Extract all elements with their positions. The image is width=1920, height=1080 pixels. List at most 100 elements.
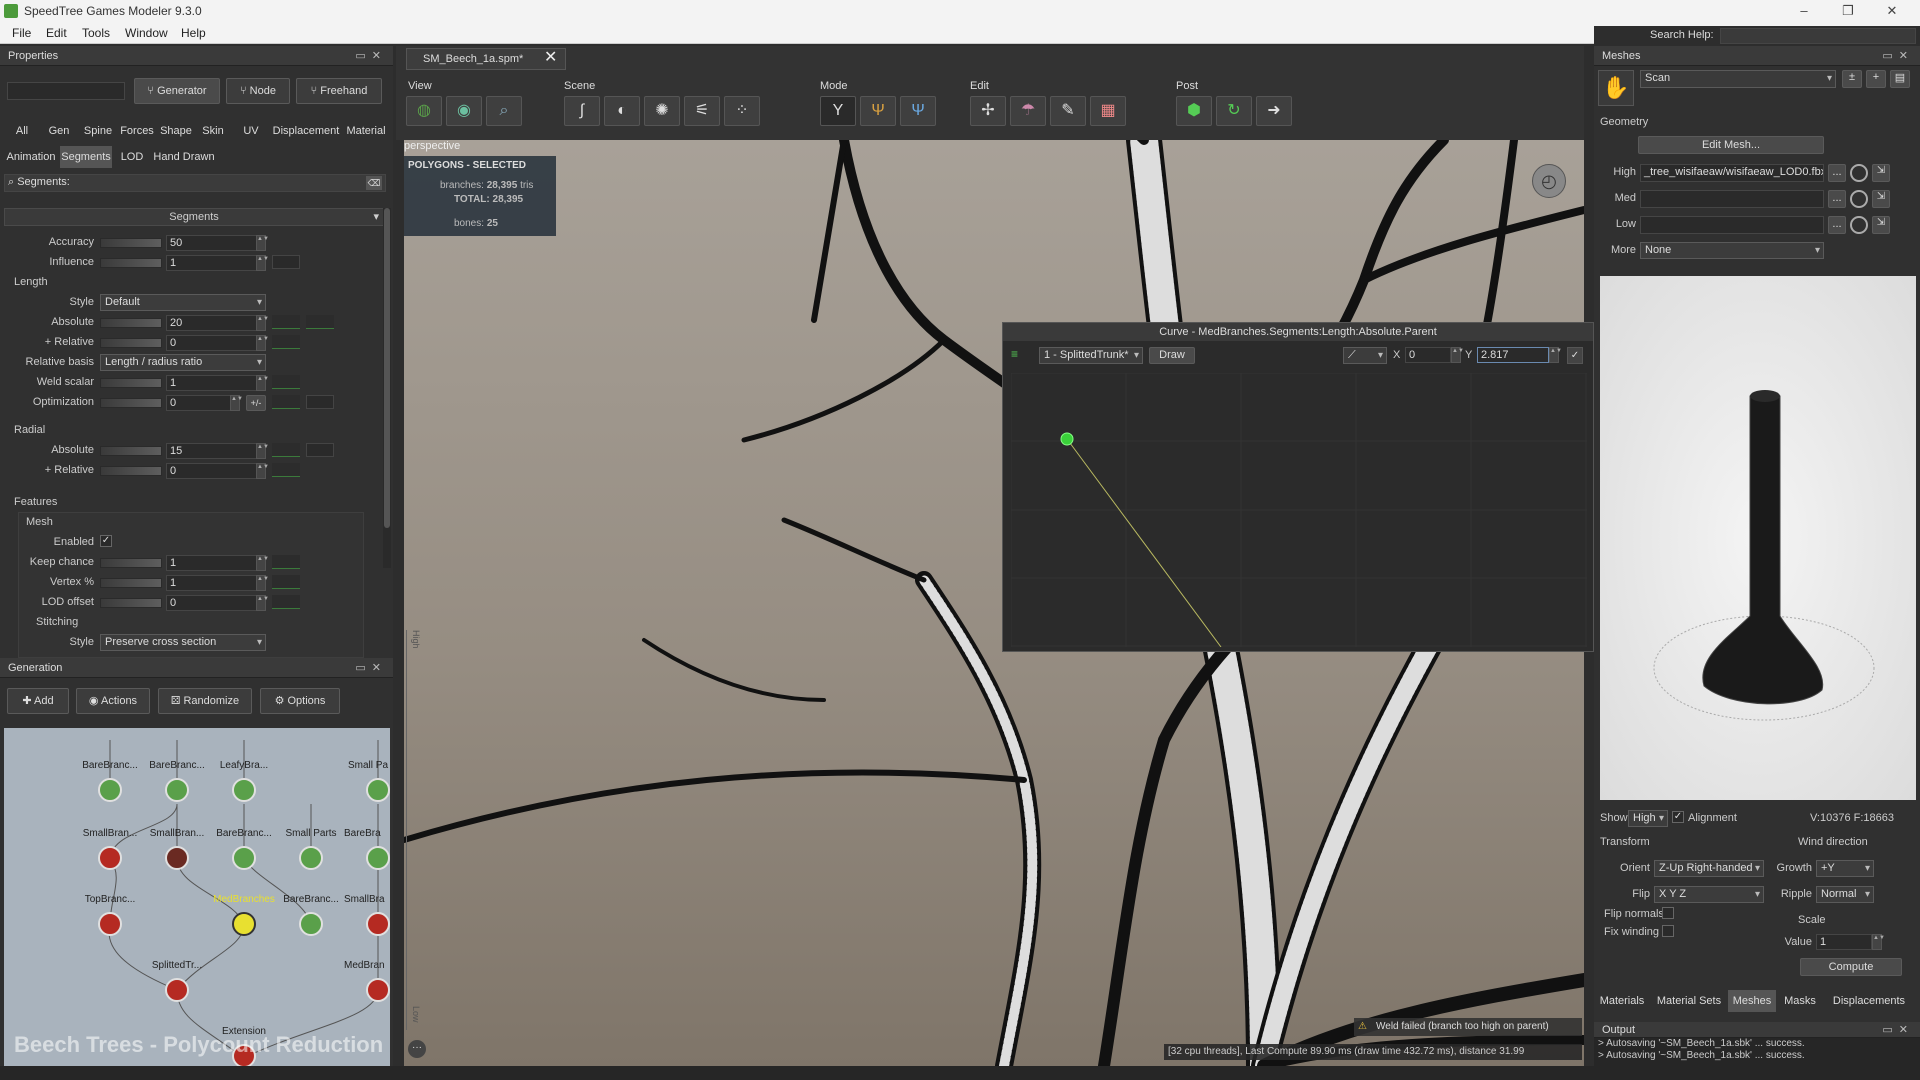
optimization-curve-button-2[interactable] xyxy=(306,395,334,409)
compute-button[interactable]: Compute xyxy=(1800,958,1902,976)
y-value-field[interactable]: 2.817 xyxy=(1477,347,1549,363)
plus-minus-icon[interactable]: ± xyxy=(1842,70,1862,88)
radial-relative-slider[interactable] xyxy=(100,466,162,476)
panel-controls-icon[interactable]: ▭✕ xyxy=(355,46,387,66)
high-browse-button[interactable]: ... xyxy=(1828,164,1846,182)
vertex-pct-field[interactable]: 1 xyxy=(166,575,260,591)
graph-node[interactable] xyxy=(299,912,323,936)
tab-forces[interactable]: Forces xyxy=(118,120,156,142)
low-export-icon[interactable]: ⇲ xyxy=(1872,216,1890,234)
curve-graph[interactable] xyxy=(1011,373,1587,647)
style-dropdown[interactable]: Default xyxy=(100,294,266,311)
graph-node[interactable] xyxy=(299,846,323,870)
add-button[interactable]: ✚ Add xyxy=(7,688,69,714)
menu-help[interactable]: Help xyxy=(181,26,206,40)
globe-icon[interactable]: ◍ xyxy=(406,96,442,126)
restore-button[interactable]: ❐ xyxy=(1828,2,1868,20)
high-mesh-field[interactable]: _tree_wisifaeaw/wisifaeaw_LOD0.fbx xyxy=(1640,164,1824,182)
low-mesh-field[interactable] xyxy=(1640,216,1824,234)
tab-materials[interactable]: Materials xyxy=(1598,990,1646,1012)
x-spinner[interactable]: ▲▼ xyxy=(1451,347,1464,363)
radial-absolute-curve-button[interactable] xyxy=(272,443,300,457)
radial-relative-spinner[interactable]: ▲▼ xyxy=(256,463,269,479)
clipboard-icon[interactable]: ▤ xyxy=(1890,70,1910,88)
absolute-slider[interactable] xyxy=(100,318,162,328)
actions-button[interactable]: ◉ Actions xyxy=(76,688,150,714)
med-preview-icon[interactable] xyxy=(1850,190,1868,208)
curve-tool-icon[interactable]: ∫ xyxy=(564,96,600,126)
radial-absolute-slider[interactable] xyxy=(100,446,162,456)
radial-absolute-curve-button-2[interactable] xyxy=(306,443,334,457)
radial-absolute-spinner[interactable]: ▲▼ xyxy=(256,443,269,459)
graph-node[interactable] xyxy=(366,778,390,802)
relative-slider[interactable] xyxy=(100,338,162,348)
generator-mode-button[interactable]: ⑂ Generator xyxy=(134,78,220,104)
vertex-pct-spinner[interactable]: ▲▼ xyxy=(256,575,269,591)
influence-field[interactable]: 1 xyxy=(166,255,260,271)
relative-basis-dropdown[interactable]: Length / radius ratio xyxy=(100,354,266,371)
influence-curve-button[interactable] xyxy=(272,255,300,269)
tab-uv[interactable]: UV xyxy=(238,120,264,142)
tab-all[interactable]: All xyxy=(8,120,36,142)
tab-lod[interactable]: LOD xyxy=(118,146,146,168)
weld-scalar-spinner[interactable]: ▲▼ xyxy=(256,375,269,391)
absolute-curve-button-2[interactable] xyxy=(306,315,334,329)
absolute-spinner[interactable]: ▲▼ xyxy=(256,315,269,331)
graph-node[interactable] xyxy=(98,778,122,802)
keep-chance-slider[interactable] xyxy=(100,558,162,568)
menu-edit[interactable]: Edit xyxy=(46,26,67,40)
med-mesh-field[interactable] xyxy=(1640,190,1824,208)
graph-node[interactable] xyxy=(232,778,256,802)
vertex-pct-curve-button[interactable] xyxy=(272,575,300,589)
close-document-icon[interactable]: ✕ xyxy=(544,48,562,68)
add-point-icon[interactable]: ✢ xyxy=(970,96,1006,126)
lod-offset-field[interactable]: 0 xyxy=(166,595,260,611)
segments-section-header[interactable]: Segments ▾ xyxy=(4,208,384,226)
properties-scrollbar[interactable] xyxy=(383,208,391,568)
relative-curve-button[interactable] xyxy=(272,335,300,349)
tab-shape[interactable]: Shape xyxy=(158,120,194,142)
close-window-button[interactable]: ✕ xyxy=(1872,2,1912,20)
flip-normals-checkbox[interactable] xyxy=(1662,907,1674,919)
refresh-icon[interactable]: ↻ xyxy=(1216,96,1252,126)
properties-name-field[interactable] xyxy=(7,82,125,100)
tab-gen[interactable]: Gen xyxy=(44,120,74,142)
freehand-mode-button[interactable]: ⑂ Freehand xyxy=(296,78,382,104)
graph-node[interactable] xyxy=(165,846,189,870)
accuracy-field[interactable]: 50 xyxy=(166,235,260,251)
randomize-button[interactable]: ⚄ Randomize xyxy=(158,688,252,714)
more-dropdown[interactable]: None xyxy=(1640,242,1824,259)
generation-graph[interactable]: BareBranc... BareBranc... LeafyBra... Sm… xyxy=(4,728,390,1066)
panel-controls-icon[interactable]: ▭✕ xyxy=(355,658,387,678)
weld-scalar-field[interactable]: 1 xyxy=(166,375,260,391)
show-dropdown[interactable]: High xyxy=(1628,810,1668,827)
weld-scalar-curve-button[interactable] xyxy=(272,375,300,389)
high-preview-icon[interactable] xyxy=(1850,164,1868,182)
med-browse-button[interactable]: ... xyxy=(1828,190,1846,208)
pin-icon[interactable]: ✓ xyxy=(1567,347,1583,364)
lod-offset-spinner[interactable]: ▲▼ xyxy=(256,595,269,611)
tab-spine[interactable]: Spine xyxy=(80,120,116,142)
calendar-icon[interactable]: ▦ xyxy=(1090,96,1126,126)
optimization-field[interactable]: 0 xyxy=(166,395,234,411)
menu-window[interactable]: Window xyxy=(125,26,168,40)
graph-node[interactable] xyxy=(165,978,189,1002)
low-browse-button[interactable]: ... xyxy=(1828,216,1846,234)
ripple-dropdown[interactable]: Normal xyxy=(1816,886,1874,903)
tree-mode-icon[interactable]: Y xyxy=(820,96,856,126)
graph-node[interactable] xyxy=(366,912,390,936)
add-mesh-icon[interactable]: + xyxy=(1866,70,1886,88)
brush-icon[interactable]: ☂ xyxy=(1010,96,1046,126)
hexagon-icon[interactable]: ⬢ xyxy=(1176,96,1212,126)
x-value-field[interactable]: 0 xyxy=(1405,347,1451,363)
pen-icon[interactable]: ✎ xyxy=(1050,96,1086,126)
low-preview-icon[interactable] xyxy=(1850,216,1868,234)
accuracy-spinner[interactable]: ▲▼ xyxy=(256,235,269,251)
optimization-spinner[interactable]: ▲▼ xyxy=(230,395,243,411)
panel-controls-icon[interactable]: ▭✕ xyxy=(1882,46,1914,66)
tab-hand-drawn[interactable]: Hand Drawn xyxy=(152,146,216,168)
absolute-field[interactable]: 20 xyxy=(166,315,260,331)
graph-node[interactable] xyxy=(165,778,189,802)
radial-relative-field[interactable]: 0 xyxy=(166,463,260,479)
panel-controls-icon[interactable]: ▭✕ xyxy=(1882,1022,1914,1038)
